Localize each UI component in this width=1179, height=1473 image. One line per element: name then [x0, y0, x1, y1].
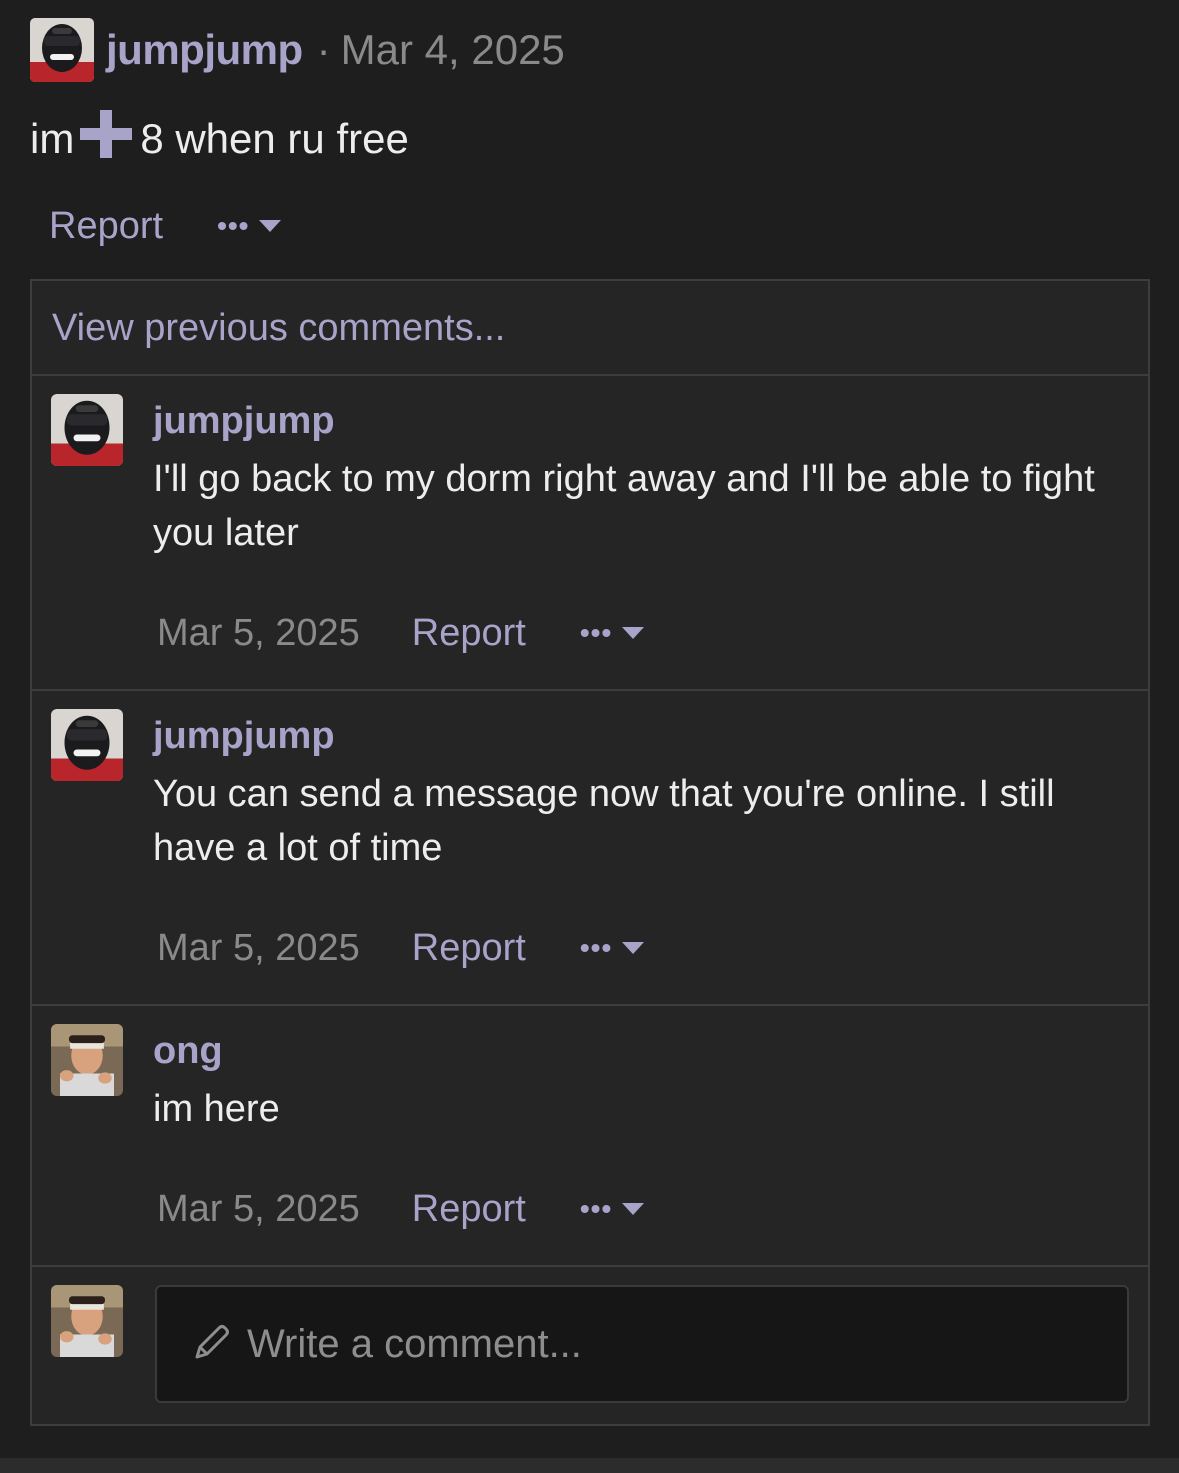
- comment-thread: View previous comments... jumpjump I'll …: [30, 279, 1150, 1426]
- report-link[interactable]: Report: [49, 205, 163, 248]
- view-previous-label[interactable]: View previous comments...: [52, 307, 505, 350]
- avatar[interactable]: [51, 709, 123, 781]
- more-dots-icon: •••: [579, 1193, 613, 1224]
- more-menu-button[interactable]: •••: [579, 1193, 645, 1225]
- comment-placeholder: Write a comment...: [247, 1321, 582, 1366]
- comment: jumpjump You can send a message now that…: [32, 691, 1148, 1006]
- post-text-start: im: [30, 115, 75, 162]
- comment-text: I'll go back to my dorm right away and I…: [153, 458, 1095, 554]
- comment-input[interactable]: Write a comment...: [155, 1285, 1129, 1403]
- post-body: im 8 when ru free: [30, 108, 409, 170]
- more-menu-button[interactable]: •••: [579, 932, 645, 964]
- comment-date[interactable]: Mar 5, 2025: [157, 612, 360, 655]
- comment-composer: Write a comment...: [32, 1265, 1148, 1424]
- avatar[interactable]: [51, 1024, 123, 1096]
- more-dots-icon: •••: [579, 932, 613, 963]
- comment-actions: Mar 5, 2025 Report •••: [157, 1184, 645, 1234]
- post-username[interactable]: jumpjump: [106, 26, 303, 74]
- avatar[interactable]: [51, 394, 123, 466]
- comment-actions: Mar 5, 2025 Report •••: [157, 923, 645, 973]
- more-dots-icon: •••: [217, 210, 250, 241]
- bottom-divider: [0, 1458, 1179, 1473]
- comment-date[interactable]: Mar 5, 2025: [157, 927, 360, 970]
- report-link[interactable]: Report: [412, 927, 526, 970]
- comment-username[interactable]: ong: [153, 1030, 223, 1073]
- more-menu-button[interactable]: •••: [217, 210, 282, 242]
- comment: ong im here Mar 5, 2025 Report •••: [32, 1006, 1148, 1267]
- plus-icon: [78, 108, 134, 170]
- avatar[interactable]: [30, 18, 94, 82]
- report-link[interactable]: Report: [412, 612, 526, 655]
- chevron-down-icon: [622, 627, 645, 639]
- more-dots-icon: •••: [579, 617, 613, 648]
- view-previous-comments[interactable]: View previous comments...: [32, 281, 1148, 376]
- comment-username[interactable]: jumpjump: [153, 400, 335, 443]
- chevron-down-icon: [259, 220, 282, 232]
- comment: jumpjump I'll go back to my dorm right a…: [32, 376, 1148, 691]
- comment-username[interactable]: jumpjump: [153, 715, 335, 758]
- post-date[interactable]: Mar 4, 2025: [341, 26, 565, 74]
- separator-dot: ·: [316, 26, 331, 73]
- pencil-icon: [157, 1321, 233, 1368]
- post-actions: Report •••: [49, 200, 282, 252]
- post-header: jumpjump · Mar 4, 2025: [30, 18, 565, 82]
- comment-date[interactable]: Mar 5, 2025: [157, 1188, 360, 1231]
- chevron-down-icon: [622, 942, 645, 954]
- comment-actions: Mar 5, 2025 Report •••: [157, 608, 645, 658]
- more-menu-button[interactable]: •••: [579, 617, 645, 649]
- report-link[interactable]: Report: [412, 1188, 526, 1231]
- avatar: [51, 1285, 123, 1357]
- chevron-down-icon: [622, 1203, 645, 1215]
- comment-text: You can send a message now that you're o…: [153, 773, 1055, 869]
- comment-text: im here: [153, 1088, 280, 1130]
- post-text-end: 8 when ru free: [140, 115, 409, 162]
